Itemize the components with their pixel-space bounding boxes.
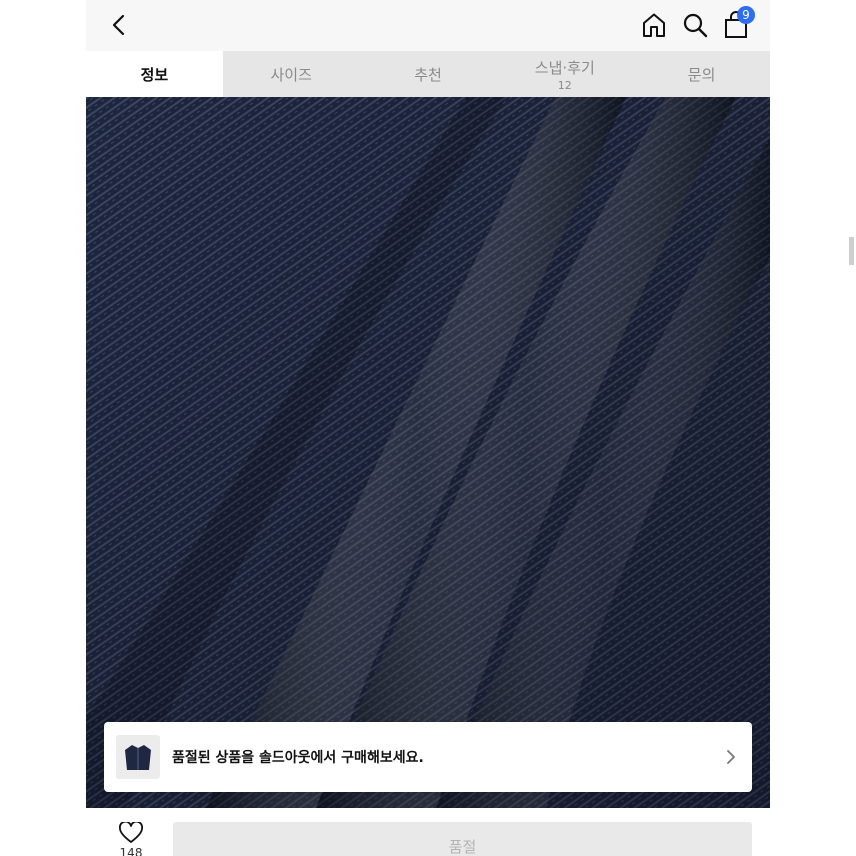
search-button[interactable] [678, 8, 712, 42]
tab-label: 정보 [140, 65, 169, 84]
tab-label: 추천 [414, 65, 442, 84]
app: 9 정보 사이즈 추천 스냅·후기 12 문의 품절된 상품을 솔드아웃에서 구… [86, 0, 770, 856]
tab-count: 12 [557, 78, 572, 92]
banner-text: 품절된 상품을 솔드아웃에서 구매해보세요. [172, 750, 424, 766]
tab-info[interactable]: 정보 [86, 51, 223, 97]
back-button[interactable] [102, 8, 136, 42]
tab-size[interactable]: 사이즈 [223, 51, 360, 97]
home-button[interactable] [637, 8, 671, 42]
tab-label: 사이즈 [270, 65, 312, 84]
cart-count-badge: 9 [737, 6, 755, 24]
jacket-icon [125, 745, 151, 770]
tab-label: 스냅·후기 [534, 58, 595, 77]
home-icon [643, 13, 665, 37]
like-count: 148 [119, 846, 143, 856]
tab-label: 문의 [687, 65, 716, 84]
tab-snap-review[interactable]: 스냅·후기 12 [496, 51, 633, 97]
heart-icon [119, 822, 143, 843]
product-detail-image: 품절된 상품을 솔드아웃에서 구매해보세요. [86, 97, 770, 808]
scroll-indicator [849, 237, 854, 265]
search-icon [683, 13, 708, 38]
bottom-action-bar: 148 품절 [86, 808, 770, 856]
jacket-thumbnail [116, 735, 160, 779]
product-tabs: 정보 사이즈 추천 스냅·후기 12 문의 [86, 51, 770, 97]
soldout-button[interactable]: 품절 [173, 822, 752, 856]
tab-recommend[interactable]: 추천 [360, 51, 497, 97]
cart-button[interactable]: 9 [719, 6, 755, 42]
denim-fabric-image [86, 97, 770, 808]
chevron-left-icon [112, 14, 125, 36]
tab-inquiry[interactable]: 문의 [633, 51, 770, 97]
chevron-right-icon [716, 742, 746, 772]
like-button[interactable]: 148 [108, 822, 154, 856]
top-header: 9 [86, 0, 770, 51]
soldout-banner[interactable]: 품절된 상품을 솔드아웃에서 구매해보세요. [104, 722, 752, 792]
